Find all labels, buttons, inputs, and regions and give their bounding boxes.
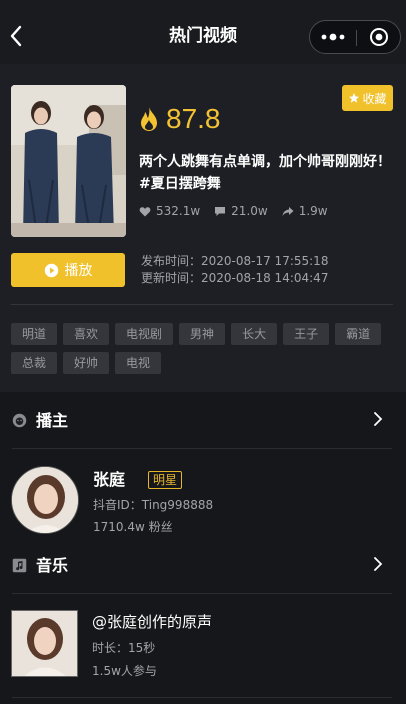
- music-note-icon: [12, 558, 27, 573]
- flame-icon: [141, 107, 157, 131]
- card-divider: [11, 304, 393, 305]
- shares-stat: 1.9w: [282, 204, 328, 218]
- music-name[interactable]: @张庭创作的原声: [92, 611, 212, 633]
- tag[interactable]: 总裁: [11, 352, 58, 374]
- target-close-icon[interactable]: [357, 21, 401, 53]
- host-section-title: 播主: [36, 411, 69, 430]
- host-name: 张庭: [93, 470, 126, 489]
- chevron-right-icon: [374, 412, 383, 426]
- host-section-header[interactable]: 播主: [0, 395, 406, 447]
- video-stats: 532.1w 21.0w 1.9w: [139, 204, 342, 218]
- play-label: 播放: [64, 263, 93, 279]
- comments-stat: 21.0w: [214, 204, 268, 218]
- video-cover-image[interactable]: [11, 85, 126, 237]
- tag[interactable]: 长大: [231, 323, 278, 345]
- tag[interactable]: 好帅: [63, 352, 110, 374]
- celebrity-badge: 明星: [148, 471, 183, 489]
- mini-program-capsule: [309, 20, 401, 54]
- fans-count: 1710.4w 粉丝: [93, 520, 173, 534]
- video-times: 发布时间：2020-08-17 17:55:18 更新时间：2020-08-18…: [141, 253, 328, 287]
- chevron-right-icon: [374, 557, 383, 571]
- host-avatar[interactable]: [11, 466, 79, 534]
- tag-list: 明道 喜欢 电视剧 男神 长大 王子 霸道 总裁 好帅 电视: [11, 323, 401, 381]
- nav-bar: 热门视频: [0, 0, 406, 64]
- more-dots-icon[interactable]: [310, 21, 356, 53]
- publish-time: 发布时间：2020-08-17 17:55:18: [141, 254, 329, 268]
- score-value: 87.8: [166, 103, 221, 134]
- music-duration: 时长：15秒: [92, 641, 156, 655]
- video-title: 两个人跳舞有点单调，加个帅哥刚刚好！ #夏日摆跨舞: [139, 154, 391, 192]
- video-info-card: 收藏 87.8 两个人跳舞有点单调，加个帅哥刚刚好！ #夏日摆跨舞 532.1w…: [0, 64, 406, 392]
- tag[interactable]: 霸道: [335, 323, 382, 345]
- play-button[interactable]: 播放: [11, 253, 125, 287]
- douyin-id: 抖音ID：Ting998888: [93, 498, 214, 512]
- music-participants: 1.5w人参与: [92, 664, 157, 678]
- music-section-title: 音乐: [36, 556, 69, 575]
- lion-head-icon: [12, 413, 27, 428]
- update-time: 更新时间：2020-08-18 14:04:47: [141, 271, 329, 285]
- favorite-button[interactable]: 收藏: [342, 85, 393, 111]
- favorite-label: 收藏: [362, 91, 387, 106]
- likes-stat: 532.1w: [139, 204, 200, 218]
- music-section-header[interactable]: 音乐: [0, 540, 406, 592]
- music-cover-image[interactable]: [11, 610, 78, 677]
- comment-icon: [215, 206, 226, 216]
- tag[interactable]: 明道: [11, 323, 58, 345]
- tag[interactable]: 电视: [115, 352, 162, 374]
- host-divider: [12, 448, 392, 449]
- tag[interactable]: 王子: [283, 323, 330, 345]
- tag[interactable]: 男神: [179, 323, 226, 345]
- tag[interactable]: 喜欢: [63, 323, 110, 345]
- heat-score: 87.8: [139, 101, 221, 137]
- star-icon: [349, 93, 360, 103]
- bottom-divider: [12, 697, 392, 698]
- play-circle-icon: [44, 263, 58, 277]
- music-divider: [12, 593, 392, 594]
- tag[interactable]: 电视剧: [115, 323, 174, 345]
- share-arrow-icon: [282, 206, 294, 216]
- heart-icon: [139, 206, 151, 216]
